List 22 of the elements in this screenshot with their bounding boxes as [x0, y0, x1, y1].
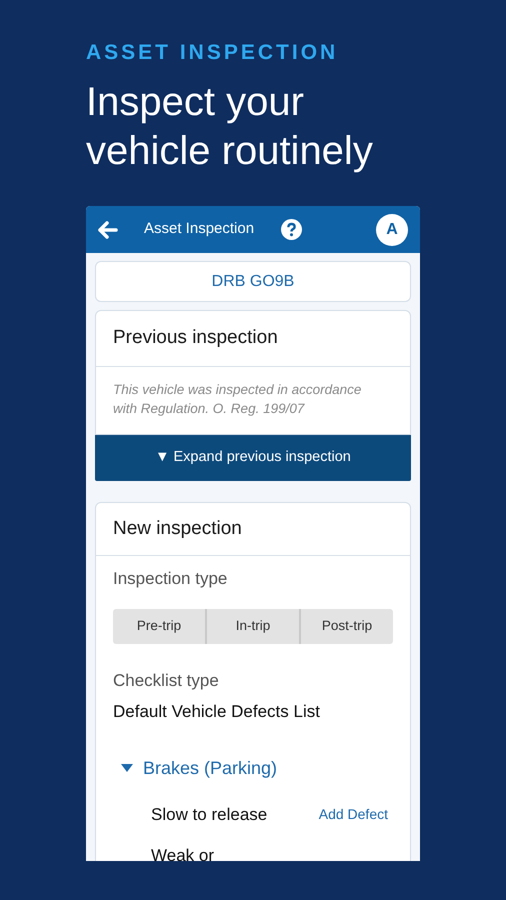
avatar[interactable]: A	[376, 214, 408, 246]
inspection-type-tab[interactable]: Pre-trip	[113, 608, 205, 644]
inspection-note: This vehicle was inspected in accordance with Regulation. O. Reg. 199/07	[113, 381, 362, 418]
field-label: Inspection type	[113, 568, 228, 590]
inspection-type-tab[interactable]: In-trip	[205, 608, 299, 644]
checklist-type-value: Default Vehicle Defects List	[113, 701, 321, 723]
checklist-item: Slow to release	[151, 804, 268, 826]
caret-icon	[121, 764, 133, 772]
expand-button[interactable]: ▼ Expand previous inspection	[95, 435, 411, 481]
headline: Inspect your vehicle routinely	[86, 79, 374, 175]
help-icon[interactable]	[281, 219, 302, 240]
add-defect-link[interactable]: Add Defect	[318, 804, 388, 825]
app-bar-title: Asset Inspection	[144, 219, 254, 240]
checklist-item: Weak or	[151, 845, 214, 861]
eyebrow-title: ASSET INSPECTION	[86, 40, 340, 66]
card-title: New inspection	[113, 516, 242, 541]
inspection-type-tab[interactable]: Post-trip	[299, 608, 393, 644]
field-label: Checklist type	[113, 670, 220, 692]
vehicle-id: DRB GO9B	[212, 272, 294, 292]
back-arrow-icon[interactable]	[98, 220, 118, 238]
group-toggle[interactable]: Brakes (Parking)	[121, 754, 393, 782]
card-title: Previous inspection	[113, 326, 278, 350]
